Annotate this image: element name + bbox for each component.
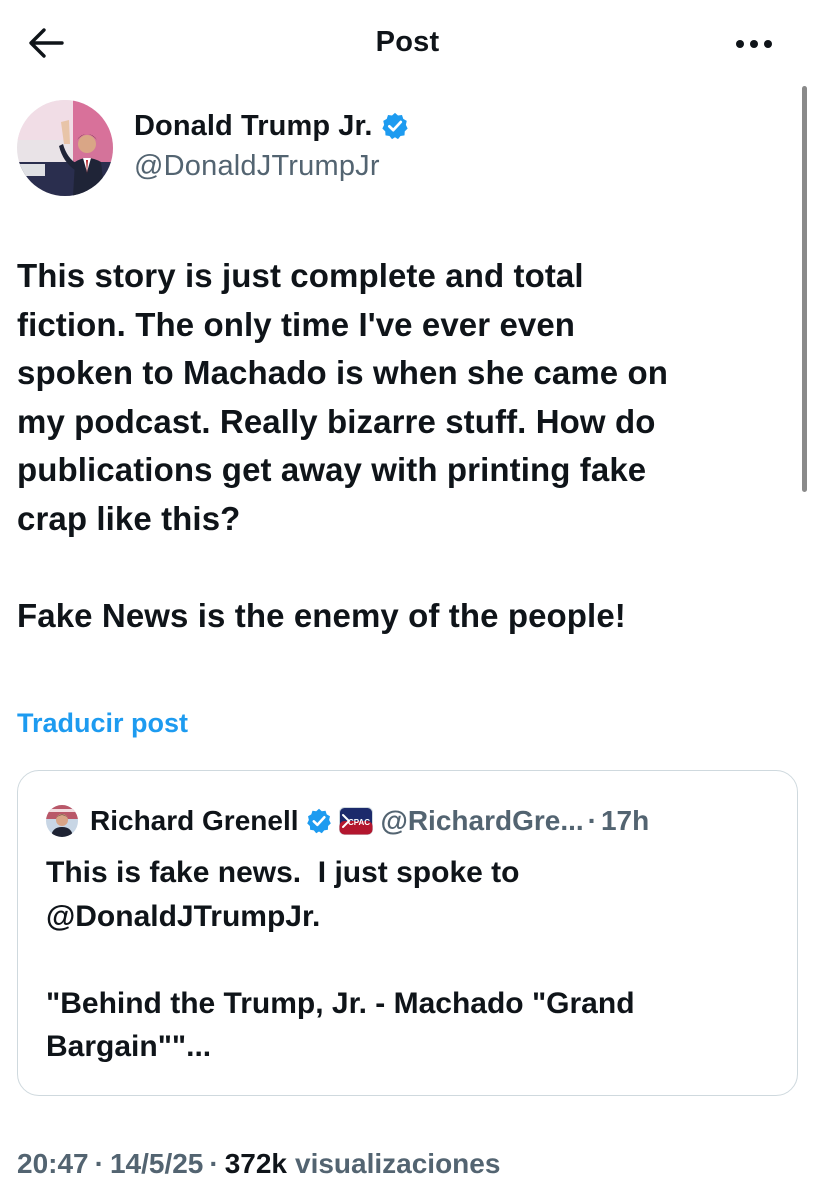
quoted-author-handle: @RichardGre... [380, 805, 584, 836]
avatar[interactable] [17, 100, 113, 196]
avatar-photo [17, 100, 113, 196]
quoted-avatar[interactable] [46, 805, 78, 837]
more-options-button[interactable] [732, 32, 776, 56]
quoted-post-text: This is fake news. I just spoke to @Dona… [46, 856, 635, 1063]
separator-dot: · [209, 1148, 219, 1179]
author-handle[interactable]: @DonaldJTrumpJr [134, 150, 380, 183]
svg-text:CPAC: CPAC [347, 818, 369, 827]
quoted-post-header: Richard Grenell CPAC @RichardGre... · 17… [46, 803, 649, 839]
more-horizontal-icon [736, 40, 772, 48]
verified-badge-icon [306, 808, 331, 834]
quoted-avatar-photo [46, 805, 78, 837]
quoted-post-card[interactable]: Richard Grenell CPAC @RichardGre... · 17… [17, 770, 798, 1096]
quoted-post-time: 17h [600, 805, 650, 836]
post-date[interactable]: 14/5/25 [110, 1148, 203, 1180]
page-title: Post [375, 26, 440, 58]
views-count: 372k [224, 1148, 287, 1179]
verified-badge-icon[interactable] [380, 111, 410, 141]
cpac-affiliate-badge-icon: CPAC [338, 807, 373, 835]
author-name-row: Donald Trump Jr. [134, 106, 410, 146]
separator-dot: · [587, 805, 597, 836]
separator-dot: · [94, 1148, 104, 1179]
post-meta: 20:47 · 14/5/25 · 372k visualizaciones [17, 1144, 500, 1184]
views-label: visualizaciones [295, 1148, 501, 1179]
author-name[interactable]: Donald Trump Jr. [134, 110, 372, 143]
post-text: This story is just complete and total fi… [17, 257, 669, 634]
top-bar: Post [0, 0, 815, 86]
quoted-author-name: Richard Grenell [90, 805, 299, 836]
post-time[interactable]: 20:47 [17, 1148, 89, 1180]
translate-post-link[interactable]: Traducir post [17, 708, 188, 739]
